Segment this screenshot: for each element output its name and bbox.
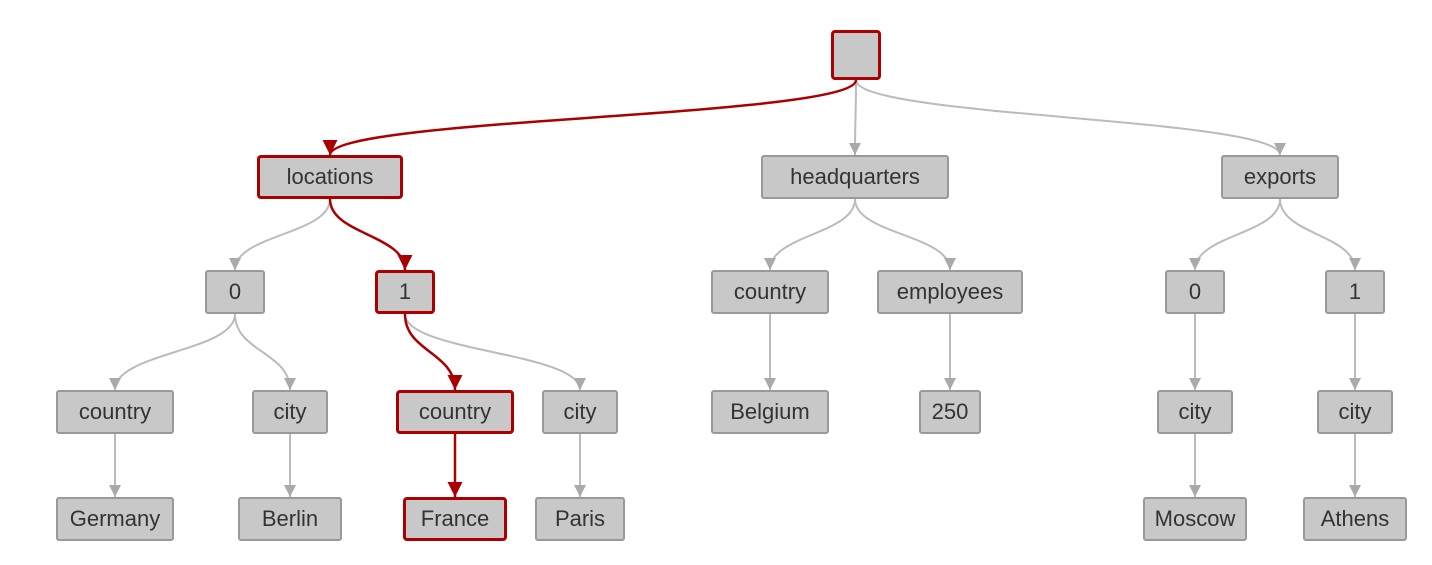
node-label-exp0_moscow: Moscow bbox=[1155, 506, 1236, 532]
node-loc0_berlin: Berlin bbox=[238, 497, 342, 541]
node-label-exp_1: 1 bbox=[1349, 279, 1361, 305]
node-loc0_country: country bbox=[56, 390, 174, 434]
node-label-loc1_paris: Paris bbox=[555, 506, 605, 532]
node-label-loc1_city: city bbox=[564, 399, 597, 425]
node-label-hq_employees: employees bbox=[897, 279, 1003, 305]
node-label-exports: exports bbox=[1244, 164, 1316, 190]
node-exp1_city: city bbox=[1317, 390, 1393, 434]
node-label-loc_1: 1 bbox=[399, 279, 411, 305]
node-loc1_paris: Paris bbox=[535, 497, 625, 541]
node-label-loc0_country: country bbox=[79, 399, 151, 425]
node-exp_0: 0 bbox=[1165, 270, 1225, 314]
node-root bbox=[831, 30, 881, 80]
node-headquarters: headquarters bbox=[761, 155, 949, 199]
node-label-loc0_germany: Germany bbox=[70, 506, 160, 532]
node-label-loc0_berlin: Berlin bbox=[262, 506, 318, 532]
node-locations: locations bbox=[257, 155, 403, 199]
node-label-exp1_city: city bbox=[1339, 399, 1372, 425]
tree-diagram: locations headquarters exports 0 1 country emp… bbox=[0, 0, 1432, 565]
node-exp1_athens: Athens bbox=[1303, 497, 1407, 541]
node-hq_country: country bbox=[711, 270, 829, 314]
node-label-loc1_country: country bbox=[419, 399, 491, 425]
node-label-exp0_city: city bbox=[1179, 399, 1212, 425]
node-exp0_moscow: Moscow bbox=[1143, 497, 1247, 541]
node-label-loc_0: 0 bbox=[229, 279, 241, 305]
node-exports: exports bbox=[1221, 155, 1339, 199]
node-label-hq_belgium: Belgium bbox=[730, 399, 809, 425]
node-hq_belgium: Belgium bbox=[711, 390, 829, 434]
node-label-hq_country: country bbox=[734, 279, 806, 305]
node-loc_1: 1 bbox=[375, 270, 435, 314]
node-loc0_city: city bbox=[252, 390, 328, 434]
node-label-loc0_city: city bbox=[274, 399, 307, 425]
node-exp0_city: city bbox=[1157, 390, 1233, 434]
node-label-loc1_france: France bbox=[421, 506, 489, 532]
node-loc1_france: France bbox=[403, 497, 507, 541]
node-loc_0: 0 bbox=[205, 270, 265, 314]
node-label-exp_0: 0 bbox=[1189, 279, 1201, 305]
node-loc1_country: country bbox=[396, 390, 514, 434]
node-label-hq_250: 250 bbox=[932, 399, 969, 425]
node-label-exp1_athens: Athens bbox=[1321, 506, 1390, 532]
node-exp_1: 1 bbox=[1325, 270, 1385, 314]
node-label-locations: locations bbox=[287, 164, 374, 190]
node-label-headquarters: headquarters bbox=[790, 164, 920, 190]
node-loc0_germany: Germany bbox=[56, 497, 174, 541]
node-hq_employees: employees bbox=[877, 270, 1023, 314]
node-loc1_city: city bbox=[542, 390, 618, 434]
node-hq_250: 250 bbox=[919, 390, 981, 434]
